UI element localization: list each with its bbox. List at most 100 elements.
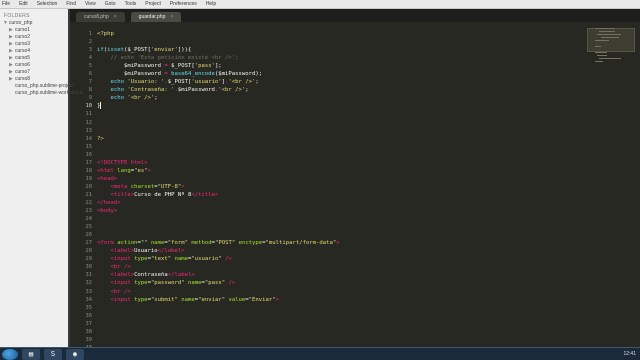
menu-item-file[interactable]: File — [2, 1, 10, 7]
code-line: <meta charset="UTF-8"> — [110, 183, 185, 190]
code-line: echo 'Contraseña: '.$miPassword.'<br />'… — [110, 87, 249, 94]
menu-item-help[interactable]: Help — [206, 1, 216, 7]
code-line: <label>Contraseña</label> — [110, 272, 195, 279]
menu-item-view[interactable]: View — [85, 1, 96, 7]
code-line: <br /> — [110, 288, 131, 295]
line-number: 38 — [85, 328, 93, 335]
line-number: 14 — [85, 135, 93, 142]
minimap-line — [599, 58, 621, 59]
sidebar-item[interactable]: curso_php.sublime-project — [0, 83, 74, 90]
code-line: <head> — [97, 175, 118, 182]
taskbar: ▤ S ◉ 12:41 — [0, 347, 640, 360]
minimap[interactable] — [585, 22, 640, 347]
code-line: <?php — [97, 31, 114, 37]
menu-item-find[interactable]: Find — [66, 1, 76, 7]
minimap-line — [595, 28, 615, 29]
sidebar-item-label: curso_php — [9, 20, 33, 26]
menu-item-edit[interactable]: Edit — [19, 1, 28, 7]
minimap-line — [595, 40, 609, 41]
line-number: 8 — [88, 87, 92, 94]
sidebar-item[interactable]: ▶ curso8 — [0, 76, 68, 83]
explorer-icon[interactable]: ▤ — [22, 348, 40, 360]
sidebar-item-label: curso8 — [15, 76, 31, 82]
sidebar-item[interactable]: ▶ curso2 — [0, 34, 68, 41]
line-number: 36 — [85, 312, 93, 319]
line-number: 28 — [85, 248, 93, 255]
menu-item-goto[interactable]: Goto — [105, 1, 116, 7]
code-line: $miPassword = base64_encode($miPassword)… — [123, 71, 263, 78]
close-icon[interactable]: × — [114, 12, 117, 22]
line-number: 18 — [85, 167, 93, 174]
line-number: 21 — [85, 191, 93, 198]
sublime-icon[interactable]: S — [44, 348, 62, 360]
windows-start-icon[interactable] — [2, 348, 18, 360]
sidebar-item-label: curso5 — [15, 55, 31, 61]
code-line: echo '<br />'; — [110, 95, 158, 102]
code-line: </head> — [97, 199, 121, 206]
sidebar-item[interactable]: ▶ curso5 — [0, 55, 68, 62]
minimap-line — [597, 34, 621, 35]
tab[interactable]: guardar.php × — [130, 12, 182, 22]
code-line: ?> — [97, 135, 104, 142]
tray-clock: 12:41 — [623, 351, 636, 357]
line-number: 39 — [85, 336, 93, 343]
line-number: 12 — [85, 119, 93, 126]
line-number: 4 — [88, 55, 92, 62]
code-line: <html lang="es"> — [97, 167, 151, 174]
line-number: 3 — [88, 47, 92, 54]
code-line: // echo 'Esta petición existe <br />'; — [97, 55, 239, 62]
code-line: <input type="submit" name="enviar" value… — [110, 296, 279, 303]
tab-label: guardar.php — [138, 14, 166, 20]
line-number: 23 — [85, 208, 93, 215]
sidebar-item[interactable]: ▶ curso1 — [0, 27, 68, 34]
line-number: 29 — [85, 256, 93, 263]
sidebar-item[interactable]: curso_php.sublime-workspace — [0, 90, 83, 97]
line-number: 27 — [85, 240, 93, 247]
menu-item-preferences[interactable]: Preferences — [170, 1, 197, 7]
code-area[interactable]: <?php if(isset($_POST['enviar'])){ // ec… — [97, 30, 577, 304]
menu-item-project[interactable]: Project — [145, 1, 161, 7]
line-number: 32 — [85, 280, 93, 287]
code-line: <title>Curso de PHP Nº 8</title> — [110, 191, 219, 198]
browser-icon[interactable]: ◉ — [66, 348, 84, 360]
code-line: if(isset($_POST['enviar'])){ — [97, 47, 192, 54]
line-number: 6 — [88, 71, 92, 78]
sidebar-item[interactable]: ▶ curso6 — [0, 62, 68, 69]
code-line: <input type="text" name="usuario" /> — [110, 256, 232, 263]
sidebar-item[interactable]: ▼curso_php — [0, 20, 68, 27]
code-line: <input type="password" name="pass" /> — [110, 280, 236, 287]
sidebar-item[interactable]: ▶ curso3 — [0, 41, 68, 48]
line-number: 24 — [85, 216, 93, 223]
minimap-line — [597, 55, 607, 56]
line-number: 26 — [85, 232, 93, 239]
code-line: <label>Usuario</label> — [110, 248, 185, 255]
line-number: 17 — [85, 159, 93, 166]
line-number: 15 — [85, 143, 93, 150]
line-number-gutter: 1 2 3 4 5 6 7 8 9 10 11 12 13 14 15 16 17 18 19 20 21 22 23 24 2… — [70, 30, 93, 347]
line-number: 37 — [85, 320, 93, 327]
tab[interactable]: curso8.php × — [76, 12, 125, 22]
tab-label: curso8.php — [84, 14, 109, 20]
line-number: 33 — [85, 288, 93, 295]
close-icon[interactable]: × — [170, 12, 173, 22]
sidebar-item-label: curso6 — [15, 62, 31, 68]
menu-item-selection[interactable]: Selection — [37, 1, 58, 7]
code-editor[interactable]: 1 2 3 4 5 6 7 8 9 10 11 12 13 14 15 16 17 18 19 20 21 22 23 24 2… — [70, 22, 585, 347]
code-line: <!DOCTYPE html> — [97, 159, 148, 166]
line-number: 19 — [85, 175, 93, 182]
sidebar-item-label: curso3 — [15, 41, 31, 47]
menu-bar: File Edit Selection Find View Goto Tools Projec… — [0, 0, 640, 9]
line-number: 2 — [88, 39, 92, 46]
line-number: 9 — [88, 95, 92, 102]
line-number: 20 — [85, 183, 93, 190]
sidebar-item[interactable]: ▶ curso4 — [0, 48, 68, 55]
menu-item-tools[interactable]: Tools — [125, 1, 137, 7]
line-number: 30 — [85, 264, 93, 271]
folder-tree: ▼curso_php ▶ curso1 ▶ curso2 ▶ curso3 ▶ curso4 ▶ c… — [0, 20, 83, 97]
sidebar-item[interactable]: ▶ curso7 — [0, 69, 68, 76]
